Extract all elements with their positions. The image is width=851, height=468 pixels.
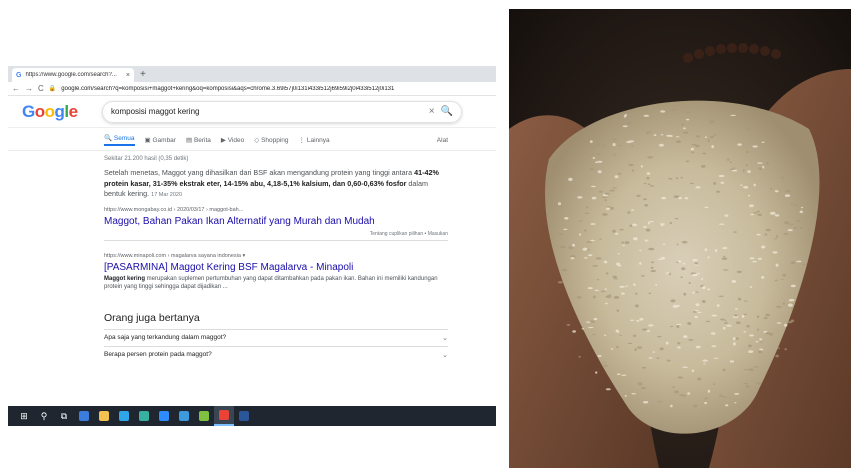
- lock-icon: 🔒: [48, 86, 57, 92]
- taskbar-zoom-icon[interactable]: [154, 406, 174, 426]
- tab-title: https://www.google.com/search?...: [25, 72, 117, 78]
- search-results: Sekitar 21.200 hasil (0,35 detik) Setela…: [8, 156, 496, 363]
- taskbar-edge-icon[interactable]: [114, 406, 134, 426]
- new-tab-button[interactable]: +: [140, 68, 146, 82]
- people-also-ask-item[interactable]: Apa saja yang terkandung dalam maggot? ⌄: [104, 328, 448, 346]
- snippet-feedback: Tentang cuplikan pilihan • Masukan: [104, 231, 448, 241]
- chevron-down-icon: ⌄: [442, 351, 448, 359]
- search-result: https://www.minapoli.com › magalarva say…: [104, 253, 448, 292]
- result-url[interactable]: https://www.minapoli.com › magalarva say…: [104, 253, 448, 259]
- search-filters: 🔍 Semua ▣ Gambar ▤ Berita ▶ Video ◇ Shop…: [8, 128, 496, 151]
- tab-bar: G https://www.google.com/search?... × +: [8, 66, 496, 82]
- taskbar-app-1-icon[interactable]: [74, 406, 94, 426]
- tab-images[interactable]: ▣ Gambar: [145, 136, 176, 144]
- google-favicon-icon: G: [16, 71, 22, 79]
- browser-screenshot: G https://www.google.com/search?... × + …: [8, 66, 496, 426]
- address-bar[interactable]: google.com/search?q=komposisi+maggot+ker…: [61, 86, 492, 92]
- search-input[interactable]: komposisi maggot kering: [111, 107, 423, 116]
- browser-tab[interactable]: G https://www.google.com/search?... ×: [12, 68, 134, 82]
- google-logo[interactable]: Google: [22, 102, 102, 122]
- taskbar-chrome-icon[interactable]: [214, 406, 234, 426]
- clear-icon[interactable]: ×: [429, 106, 435, 117]
- taskbar-word-icon[interactable]: [234, 406, 254, 426]
- taskbar-app-2-icon[interactable]: [134, 406, 154, 426]
- google-header: Google komposisi maggot kering × 🔍: [8, 96, 496, 128]
- taskbar-search-icon[interactable]: ⚲: [34, 406, 54, 426]
- search-icon[interactable]: 🔍: [441, 106, 453, 117]
- reload-button[interactable]: C: [38, 84, 44, 93]
- result-url[interactable]: https://www.mongabay.co.id › 2020/03/17 …: [104, 207, 448, 213]
- result-stats: Sekitar 21.200 hasil (0,35 detik): [104, 156, 189, 162]
- tab-shopping[interactable]: ◇ Shopping: [254, 136, 288, 144]
- result-title-link[interactable]: [PASARMINA] Maggot Kering BSF Magalarva …: [104, 262, 448, 273]
- result-description: Maggot kering merupakan suplemen pertumb…: [104, 275, 438, 291]
- taskbar-vscode-icon[interactable]: [174, 406, 194, 426]
- tab-more[interactable]: ⋮ Lainnya: [299, 136, 330, 144]
- tools-button[interactable]: Alat: [437, 137, 448, 144]
- taskbar-files-icon[interactable]: [94, 406, 114, 426]
- windows-taskbar: ⊞ ⚲ ⧉: [8, 406, 496, 426]
- chevron-down-icon: ⌄: [442, 334, 448, 342]
- photo-illustration: [509, 43, 851, 468]
- about-snippet-link[interactable]: Tentang cuplikan pilihan: [370, 231, 423, 237]
- browser-toolbar: ← → C 🔒 google.com/search?q=komposisi+ma…: [8, 82, 496, 96]
- people-also-ask-title: Orang juga bertanya: [104, 311, 200, 324]
- people-also-ask-item[interactable]: Berapa persen protein pada maggot? ⌄: [104, 345, 448, 363]
- taskbar-windows-start-icon[interactable]: ⊞: [14, 406, 34, 426]
- search-box[interactable]: komposisi maggot kering × 🔍: [102, 100, 462, 123]
- tab-all[interactable]: 🔍 Semua: [104, 134, 135, 146]
- maggot-photo: [509, 9, 851, 468]
- taskbar-task-view-icon[interactable]: ⧉: [54, 406, 74, 426]
- taskbar-notes-icon[interactable]: [194, 406, 214, 426]
- tab-news[interactable]: ▤ Berita: [186, 136, 211, 144]
- close-tab-icon[interactable]: ×: [126, 72, 130, 79]
- forward-button[interactable]: →: [25, 84, 33, 93]
- tab-video[interactable]: ▶ Video: [221, 136, 244, 144]
- featured-snippet: Setelah menetas, Maggot yang dihasilkan …: [104, 168, 439, 198]
- feedback-link[interactable]: Masukan: [428, 231, 448, 237]
- bracelet: [683, 43, 781, 63]
- result-title-link[interactable]: Maggot, Bahan Pakan Ikan Alternatif yang…: [104, 216, 448, 227]
- snippet-date: 17 Mar 2020: [151, 192, 183, 198]
- back-button[interactable]: ←: [12, 84, 20, 93]
